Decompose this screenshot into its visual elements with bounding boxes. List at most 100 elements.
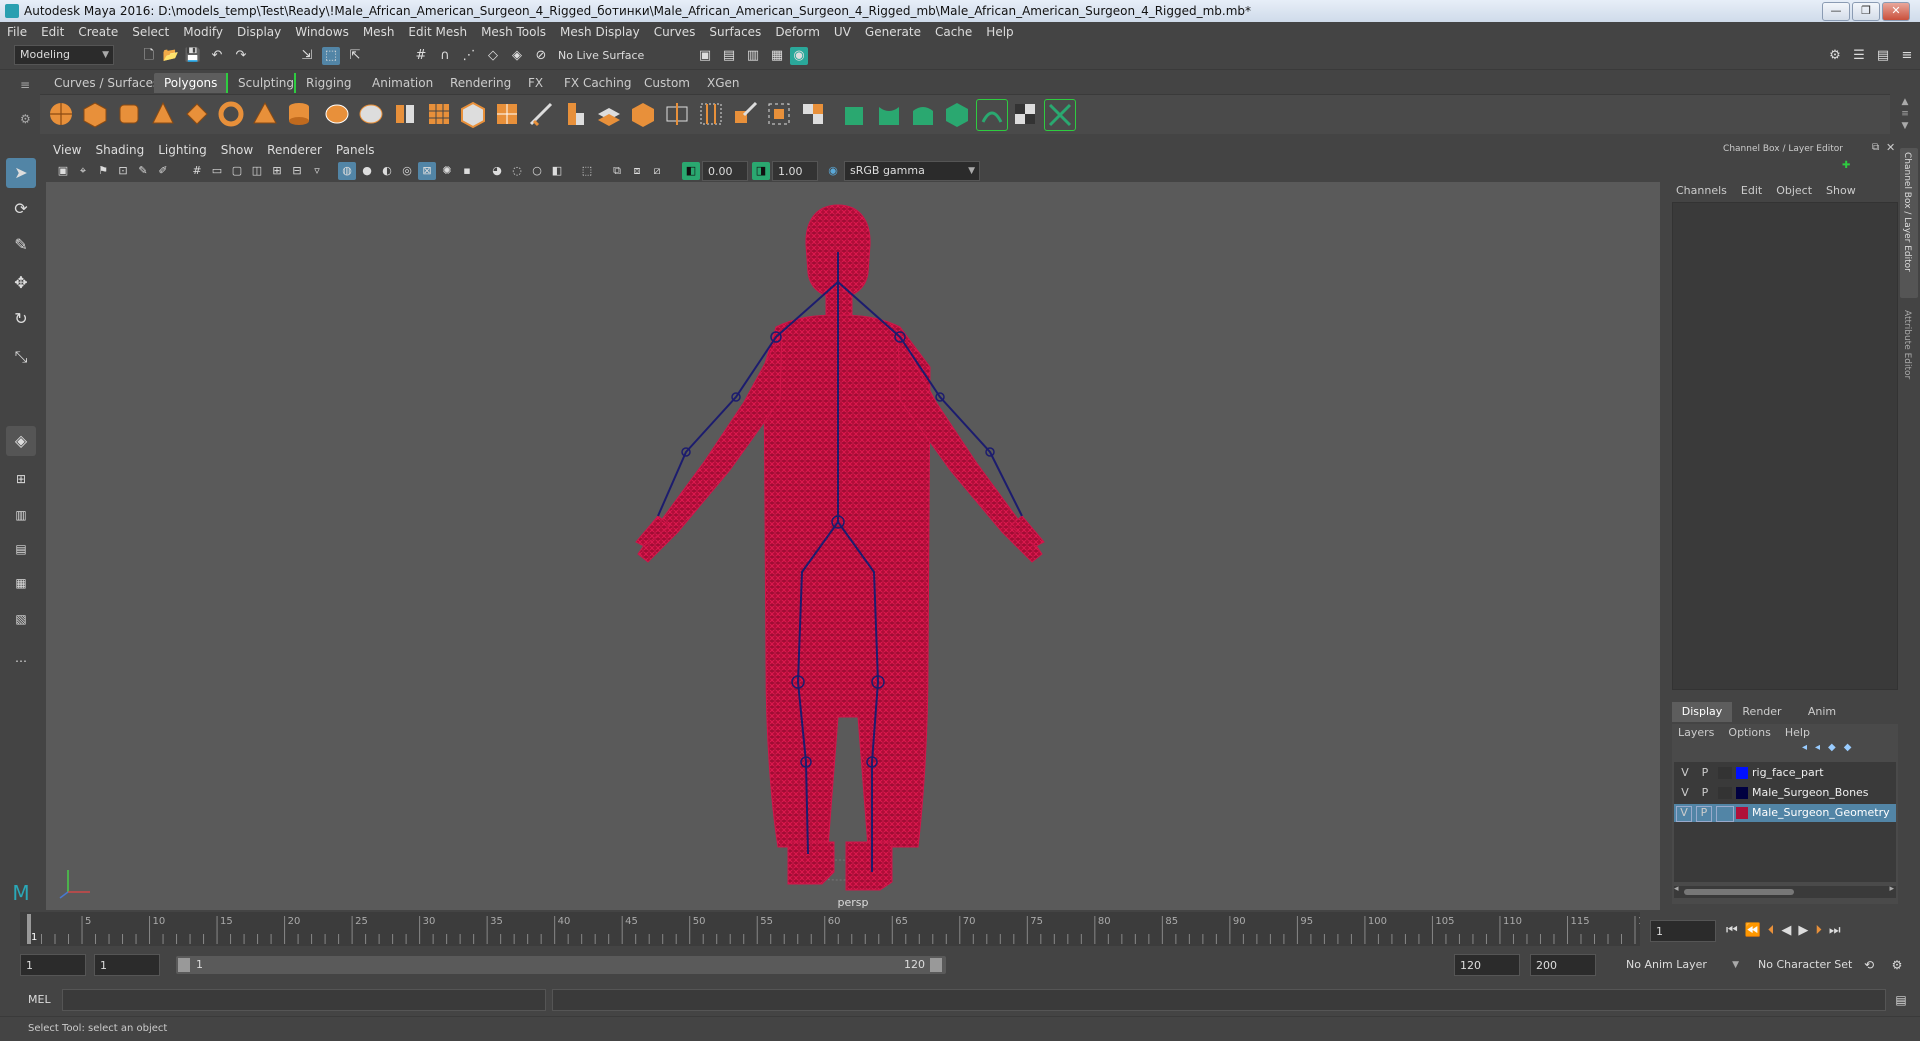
object-menu[interactable]: Object bbox=[1776, 184, 1812, 197]
bridge-icon[interactable] bbox=[492, 99, 522, 129]
poly-sphere-icon[interactable] bbox=[46, 99, 76, 129]
viewport-menu-panels[interactable]: Panels bbox=[329, 140, 382, 160]
snap-grid-icon[interactable]: # bbox=[412, 47, 430, 65]
planar-map-icon[interactable] bbox=[730, 99, 760, 129]
camera-attributes-icon[interactable]: ⌖ bbox=[74, 162, 92, 180]
viewport-menu-lighting[interactable]: Lighting bbox=[151, 140, 214, 160]
menu-deform[interactable]: Deform bbox=[768, 22, 827, 42]
custom-layout-icon[interactable]: ⋯ bbox=[6, 646, 36, 676]
undo-icon[interactable]: ↶ bbox=[208, 47, 226, 65]
gate-mask-icon[interactable]: ◫ bbox=[248, 162, 266, 180]
automatic-map-icon[interactable] bbox=[764, 99, 794, 129]
layer-playback-toggle[interactable]: P bbox=[1698, 784, 1712, 802]
use-all-lights-icon[interactable]: ✺ bbox=[438, 162, 456, 180]
render-view-icon[interactable]: ▣ bbox=[696, 47, 714, 65]
multi-cut-icon[interactable] bbox=[526, 99, 556, 129]
create-set-icon[interactable] bbox=[840, 99, 870, 129]
grid-icon[interactable]: # bbox=[188, 162, 206, 180]
tab-fx-caching[interactable]: FX Caching bbox=[554, 73, 641, 93]
select-camera-icon[interactable]: ▣ bbox=[54, 162, 72, 180]
rotate-tool-icon[interactable]: ↻ bbox=[6, 304, 36, 334]
move-tool-icon[interactable]: ✥ bbox=[6, 268, 36, 298]
shelf-menu-icon[interactable]: ≡ bbox=[20, 78, 34, 92]
range-end-handle[interactable] bbox=[930, 958, 942, 972]
close-button[interactable]: ✕ bbox=[1882, 2, 1910, 21]
menu-uv[interactable]: UV bbox=[827, 22, 858, 42]
restore-button[interactable]: ❐ bbox=[1852, 2, 1880, 21]
playback-end-field[interactable] bbox=[1454, 954, 1520, 976]
uv-editor-icon[interactable] bbox=[798, 99, 828, 129]
poly-pyramid-icon[interactable] bbox=[250, 99, 280, 129]
modeling-toolkit-icon[interactable]: ⚙ bbox=[1826, 47, 1844, 65]
hypershade-layout-icon[interactable]: ▧ bbox=[6, 604, 36, 634]
layer-help-menu[interactable]: Help bbox=[1785, 726, 1810, 739]
wireframe-icon[interactable]: ◍ bbox=[338, 162, 356, 180]
step-back-icon[interactable]: ⏪ bbox=[1745, 923, 1768, 938]
tab-fx[interactable]: FX bbox=[518, 73, 553, 93]
poly-cylinder-icon[interactable] bbox=[114, 99, 144, 129]
side-tab-attribute-editor[interactable]: Attribute Editor bbox=[1900, 306, 1918, 406]
extrude-icon[interactable] bbox=[560, 99, 590, 129]
character-set-dropdown[interactable]: No Character Set bbox=[1752, 955, 1872, 975]
options-menu[interactable]: Options bbox=[1728, 726, 1770, 739]
layers-menu[interactable]: Layers bbox=[1678, 726, 1714, 739]
shelf-scroll-arrows-icon[interactable]: ▲ ≡ ▼ bbox=[1898, 96, 1912, 132]
side-tab-channel-box[interactable]: Channel Box / Layer Editor bbox=[1900, 148, 1918, 298]
scale-tool-icon[interactable]: ⤡ bbox=[6, 342, 36, 372]
animation-preferences-icon[interactable]: ⚙ bbox=[1888, 956, 1906, 974]
range-start-handle[interactable] bbox=[178, 958, 190, 972]
backface-culling-icon[interactable]: ⧄ bbox=[648, 162, 666, 180]
time-slider[interactable]: 1 5 10 15 20 25 30 35 40 45 50 55 60 65 70 75 80 85 90 95 10… bbox=[20, 912, 1640, 946]
tool-settings-toggle-icon[interactable]: ▤ bbox=[1874, 47, 1892, 65]
poly-pipe-icon[interactable] bbox=[284, 99, 314, 129]
checker-icon[interactable] bbox=[1010, 99, 1040, 129]
poly-cone-icon[interactable] bbox=[148, 99, 178, 129]
menu-curves[interactable]: Curves bbox=[647, 22, 703, 42]
fill-hole-icon[interactable] bbox=[628, 99, 658, 129]
tab-polygons[interactable]: Polygons bbox=[154, 73, 228, 93]
exposure-icon[interactable]: ◧ bbox=[682, 162, 700, 180]
combine-icon[interactable] bbox=[322, 99, 352, 129]
exposure-field[interactable] bbox=[702, 161, 748, 181]
menu-windows[interactable]: Windows bbox=[288, 22, 356, 42]
film-gate-icon[interactable]: ▭ bbox=[208, 162, 226, 180]
color-management-icon[interactable]: ◉ bbox=[824, 162, 842, 180]
layer-type-toggle[interactable] bbox=[1716, 806, 1734, 822]
menu-edit[interactable]: Edit bbox=[34, 22, 71, 42]
insert-edge-loop-icon[interactable] bbox=[662, 99, 692, 129]
command-input[interactable] bbox=[62, 989, 546, 1011]
mode-selector[interactable]: Modeling ▼ bbox=[14, 45, 114, 65]
script-editor-icon[interactable]: ▤ bbox=[1892, 991, 1910, 1009]
scene-end-field[interactable] bbox=[1530, 954, 1596, 976]
safe-title-icon[interactable]: ▿ bbox=[308, 162, 326, 180]
poly-plane-icon[interactable] bbox=[182, 99, 212, 129]
separate-icon[interactable] bbox=[356, 99, 386, 129]
wireframe-on-shaded-icon[interactable]: ◎ bbox=[398, 162, 416, 180]
render-frame-icon[interactable]: ▤ bbox=[720, 47, 738, 65]
menu-create[interactable]: Create bbox=[71, 22, 125, 42]
scene-start-field[interactable] bbox=[20, 954, 86, 976]
append-icon[interactable] bbox=[594, 99, 624, 129]
scroll-right-icon[interactable]: ▸ bbox=[1889, 884, 1894, 894]
viewport-menu-show[interactable]: Show bbox=[214, 140, 260, 160]
layer-tab-anim[interactable]: Anim bbox=[1792, 702, 1852, 722]
menu-modify[interactable]: Modify bbox=[176, 22, 230, 42]
depth-of-field-icon[interactable]: ◧ bbox=[548, 162, 566, 180]
layer-color-swatch[interactable] bbox=[1736, 767, 1748, 779]
minimize-button[interactable]: — bbox=[1822, 2, 1850, 21]
poly-torus-icon[interactable] bbox=[216, 99, 246, 129]
layer-name[interactable]: Male_Surgeon_Geometry bbox=[1752, 804, 1890, 822]
menu-cache[interactable]: Cache bbox=[928, 22, 979, 42]
layer-color-swatch[interactable] bbox=[1736, 787, 1748, 799]
layer-visibility-toggle[interactable]: V bbox=[1678, 784, 1692, 802]
open-scene-icon[interactable]: 📂 bbox=[162, 47, 180, 65]
color-space-dropdown[interactable]: sRGB gamma ▼ bbox=[844, 161, 980, 181]
anim-layer-dropdown[interactable]: No Anim Layer ▼ bbox=[1620, 955, 1744, 975]
close-panel-icon[interactable]: ✕ bbox=[1886, 141, 1898, 154]
layer-name[interactable]: rig_face_part bbox=[1752, 764, 1824, 782]
layer-color-swatch[interactable] bbox=[1736, 807, 1748, 819]
menu-edit-mesh[interactable]: Edit Mesh bbox=[401, 22, 474, 42]
play-backwards-icon[interactable]: ◀ bbox=[1781, 923, 1798, 938]
shelf-settings-icon[interactable]: ⚙ bbox=[20, 112, 34, 126]
poly-cube-icon[interactable] bbox=[80, 99, 110, 129]
